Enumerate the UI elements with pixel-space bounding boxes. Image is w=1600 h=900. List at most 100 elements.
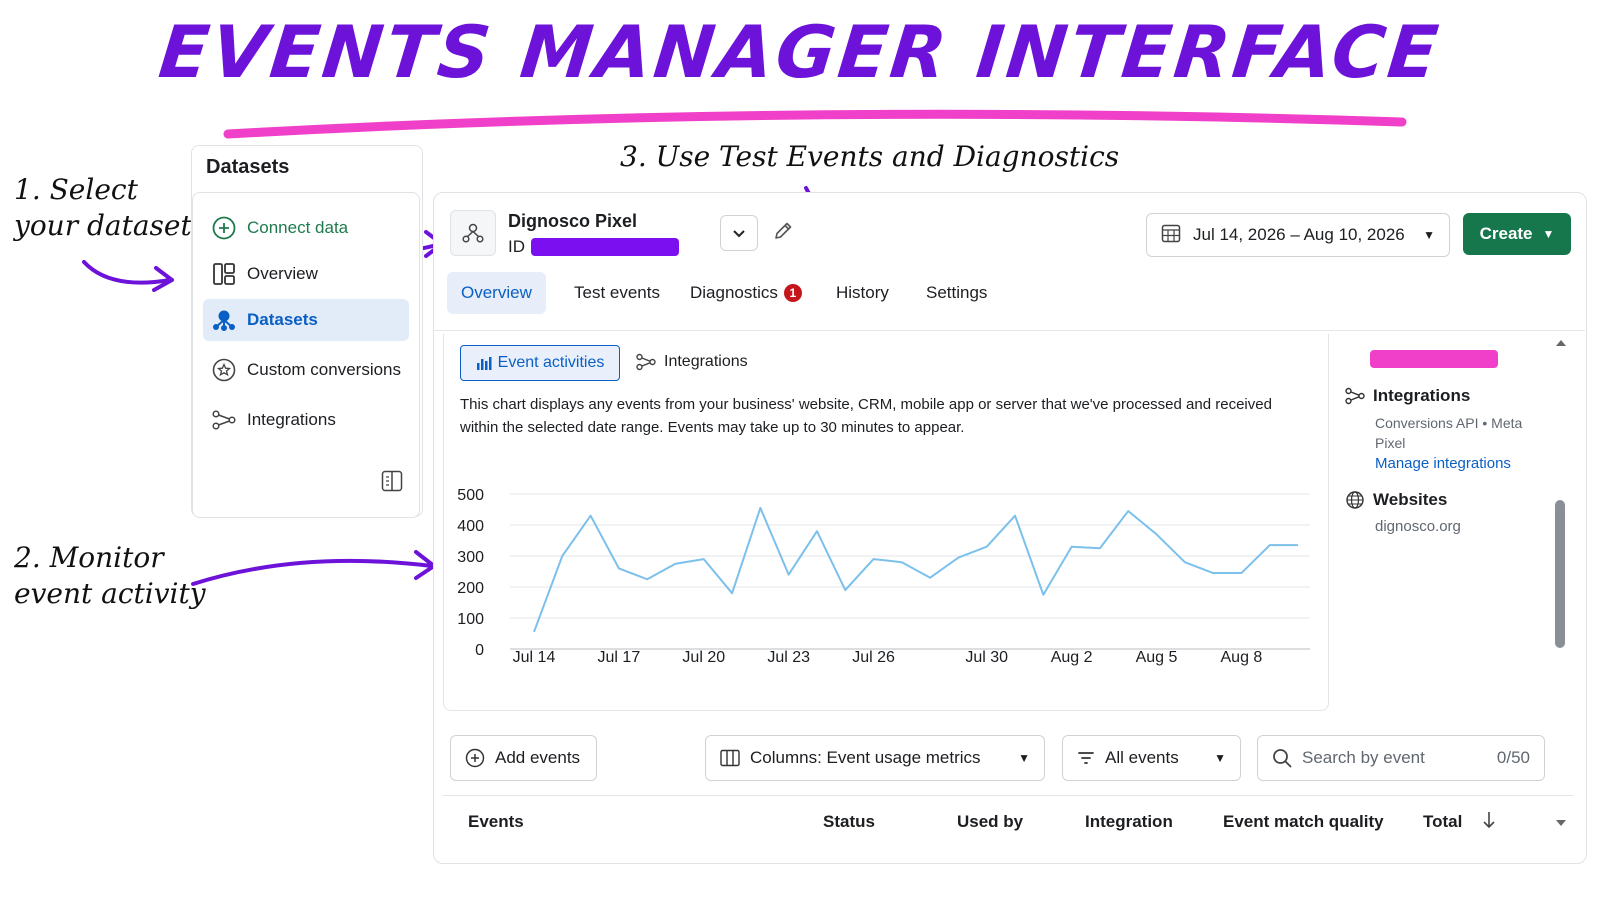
column-header-status[interactable]: Status xyxy=(823,812,875,832)
event-filter-select[interactable]: All events ▼ xyxy=(1062,735,1241,781)
x-tick-label: Jul 23 xyxy=(767,649,810,666)
sidebar-item-datasets[interactable]: Datasets xyxy=(203,299,409,341)
note-line: event activity xyxy=(14,577,206,610)
plus-circle-icon xyxy=(465,748,485,768)
sidebar-title: Datasets xyxy=(206,156,290,178)
sidebar-item-label: Overview xyxy=(247,264,318,283)
series-line xyxy=(533,506,1298,633)
caret-down-icon: ▼ xyxy=(1018,751,1030,765)
sidebar: Connect data Overview Datasets Custom co… xyxy=(192,192,420,518)
filter-label: All events xyxy=(1105,748,1179,767)
column-header-integration[interactable]: Integration xyxy=(1085,812,1173,832)
star-circle-icon xyxy=(211,357,237,383)
tab-overview[interactable]: Overview xyxy=(447,272,546,314)
column-header-event-match-quality[interactable]: Event match quality xyxy=(1223,812,1384,832)
integrations-heading: Integrations xyxy=(1345,386,1470,406)
x-tick-label: Aug 5 xyxy=(1136,649,1178,666)
pixel-icon xyxy=(450,210,496,256)
x-tick-label: Jul 14 xyxy=(513,649,556,666)
redacted-bar xyxy=(1370,350,1498,368)
title-underline xyxy=(223,109,1407,139)
integrations-sources: Conversions API • Meta Pixel xyxy=(1375,415,1523,451)
note-select-dataset: 1. Select your dataset xyxy=(14,172,192,244)
y-tick-label: 0 xyxy=(475,642,484,659)
sidebar-item-integrations[interactable]: Integrations xyxy=(203,399,409,441)
caret-down-icon: ▼ xyxy=(1423,228,1435,242)
page-title: EVENTS MANAGER INTERFACE xyxy=(155,10,1445,94)
sidebar-item-label: Datasets xyxy=(247,310,318,329)
tab-label: Settings xyxy=(926,283,988,302)
sidebar-item-connect-data[interactable]: Connect data xyxy=(203,207,409,249)
note-monitor-activity: 2. Monitor event activity xyxy=(14,540,206,612)
date-range-picker[interactable]: Jul 14, 2026 – Aug 10, 2026 ▼ xyxy=(1146,213,1450,257)
y-tick-label: 500 xyxy=(457,487,484,504)
y-tick-label: 400 xyxy=(457,518,484,535)
bar-chart-icon xyxy=(476,357,492,370)
sidebar-item-custom-conversions[interactable]: Custom conversions xyxy=(203,349,409,391)
y-tick-label: 300 xyxy=(457,549,484,566)
table-divider xyxy=(443,795,1573,796)
integrations-icon xyxy=(1345,387,1365,405)
scrollbar-thumb[interactable] xyxy=(1555,500,1565,648)
integrations-icon xyxy=(211,407,237,433)
arrow-select-dataset xyxy=(82,260,172,285)
arrow-monitor-activity xyxy=(191,558,434,586)
sidebar-item-label: Custom conversions xyxy=(247,360,402,379)
create-label: Create xyxy=(1479,224,1533,243)
collapse-sidebar-icon[interactable] xyxy=(381,470,403,497)
subtab-integrations[interactable]: Integrations xyxy=(636,345,748,379)
globe-icon xyxy=(1346,491,1364,509)
date-range-text: Jul 14, 2026 – Aug 10, 2026 xyxy=(1193,225,1405,244)
integrations-icon xyxy=(636,353,656,371)
search-input[interactable]: Search by event 0/50 xyxy=(1257,735,1545,781)
manage-integrations-link[interactable]: Manage integrations xyxy=(1375,455,1511,472)
x-tick-label: Jul 26 xyxy=(852,649,895,666)
y-tick-label: 200 xyxy=(457,580,484,597)
tab-label: Test events xyxy=(574,283,660,302)
x-tick-label: Aug 2 xyxy=(1051,649,1093,666)
tab-label: Overview xyxy=(461,283,532,302)
plus-circle-icon xyxy=(211,215,237,241)
column-header-events[interactable]: Events xyxy=(468,812,524,832)
add-events-label: Add events xyxy=(495,748,581,767)
search-icon xyxy=(1272,748,1292,768)
column-header-used-by[interactable]: Used by xyxy=(957,812,1023,832)
note-line: 2. Monitor xyxy=(14,541,164,574)
x-tick-label: Jul 30 xyxy=(965,649,1008,666)
subtab-label: Event activities xyxy=(497,354,605,371)
layout-icon xyxy=(211,261,237,287)
chart-description-line: within the selected date range. Events m… xyxy=(460,419,965,436)
columns-icon xyxy=(720,749,740,767)
x-tick-label: Jul 17 xyxy=(598,649,641,666)
diagnostics-badge: 1 xyxy=(783,284,802,302)
edit-icon[interactable] xyxy=(772,220,794,247)
y-tick-label: 100 xyxy=(457,611,484,628)
create-button[interactable]: Create ▼ xyxy=(1463,213,1571,255)
website-domain: dignosco.org xyxy=(1375,518,1461,535)
caret-down-icon: ▼ xyxy=(1542,227,1555,241)
note-line: your dataset xyxy=(14,209,192,242)
tab-settings[interactable]: Settings xyxy=(912,272,1001,314)
subtab-event-activities[interactable]: Event activities xyxy=(460,345,620,381)
sort-descending-icon[interactable] xyxy=(1482,810,1496,835)
caret-down-icon: ▼ xyxy=(1214,751,1226,765)
pixel-dropdown-button[interactable] xyxy=(720,215,758,251)
calendar-icon xyxy=(1161,223,1181,248)
columns-select[interactable]: Columns: Event usage metrics ▼ xyxy=(705,735,1045,781)
add-events-button[interactable]: Add events xyxy=(450,735,597,781)
subtab-label: Integrations xyxy=(664,353,748,370)
columns-label: Columns: Event usage metrics xyxy=(750,748,981,767)
search-count: 0/50 xyxy=(1496,748,1530,767)
event-activity-chart: 0 100 200 300 400 500 Jul 14 Jul 17 Jul 20 Jul 23… xyxy=(457,487,1310,666)
tab-history[interactable]: History xyxy=(822,272,903,314)
tab-label: Diagnostics xyxy=(690,283,778,302)
sidebar-item-overview[interactable]: Overview xyxy=(203,253,409,295)
tab-divider xyxy=(433,330,1585,331)
websites-heading: Websites xyxy=(1345,490,1447,510)
pixel-id-label: ID xyxy=(508,237,525,256)
pixel-id: ID xyxy=(508,237,679,257)
chevron-down-icon xyxy=(733,230,745,238)
tab-diagnostics[interactable]: Diagnostics 1 xyxy=(676,272,816,314)
tab-test-events[interactable]: Test events xyxy=(560,272,674,314)
column-header-total[interactable]: Total xyxy=(1423,812,1462,832)
